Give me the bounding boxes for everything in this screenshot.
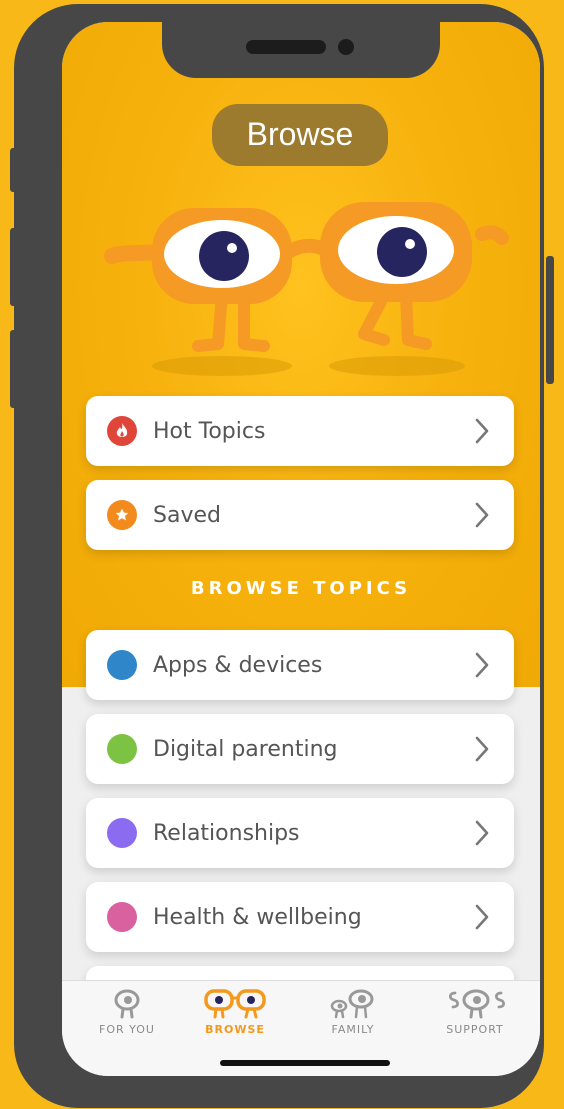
glasses-mascot-icon [104, 202, 509, 376]
tab-family[interactable]: FAMILY [298, 989, 408, 1049]
topic-label: Health & wellbeing [153, 904, 362, 930]
topic-label: Relationships [153, 820, 300, 846]
chevron-right-icon [475, 904, 489, 930]
tab-browse[interactable]: BROWSE [180, 989, 290, 1049]
family-characters-icon [330, 989, 374, 1019]
saved-label: Saved [153, 502, 221, 528]
topic-label: Digital parenting [153, 736, 338, 762]
tab-support[interactable]: SUPPORT [420, 989, 530, 1049]
topic-label: Apps & devices [153, 652, 323, 678]
browse-topics-heading: BROWSE TOPICS [190, 578, 412, 599]
chevron-right-icon [475, 652, 489, 678]
flame-icon [107, 416, 137, 446]
tab-label: SUPPORT [446, 1023, 504, 1036]
phone-notch [162, 22, 440, 78]
chevron-right-icon [475, 736, 489, 762]
topic-row-digital-parenting[interactable]: Digital parenting [86, 714, 514, 784]
tab-label: FOR YOU [99, 1023, 155, 1036]
hot-topics-row[interactable]: Hot Topics [86, 396, 514, 466]
speaker-grille [246, 40, 326, 54]
page-title: Browse [212, 104, 388, 166]
topic-row-health-wellbeing[interactable]: Health & wellbeing [86, 882, 514, 952]
saved-row[interactable]: Saved [86, 480, 514, 550]
app-screen: Browse Hot Topics Saved BROWSE TOPICS Ap… [62, 22, 540, 1076]
front-camera [338, 39, 354, 55]
topic-color-dot [107, 902, 137, 932]
topic-color-dot [107, 734, 137, 764]
glasses-icon [204, 989, 266, 1019]
tab-label: FAMILY [331, 1023, 375, 1036]
topic-color-dot [107, 818, 137, 848]
topic-color-dot [107, 650, 137, 680]
hot-topics-label: Hot Topics [153, 418, 266, 444]
tab-for-you[interactable]: FOR YOU [72, 989, 182, 1049]
tab-label: BROWSE [205, 1023, 265, 1036]
sos-character-icon [448, 989, 506, 1019]
star-icon [107, 500, 137, 530]
eye-character-icon [114, 989, 140, 1019]
topic-row-relationships[interactable]: Relationships [86, 798, 514, 868]
chevron-right-icon [475, 418, 489, 444]
chevron-right-icon [475, 502, 489, 528]
phone-power-button [546, 256, 554, 384]
topic-row-apps-devices[interactable]: Apps & devices [86, 630, 514, 700]
chevron-right-icon [475, 820, 489, 846]
home-indicator[interactable] [220, 1060, 390, 1066]
